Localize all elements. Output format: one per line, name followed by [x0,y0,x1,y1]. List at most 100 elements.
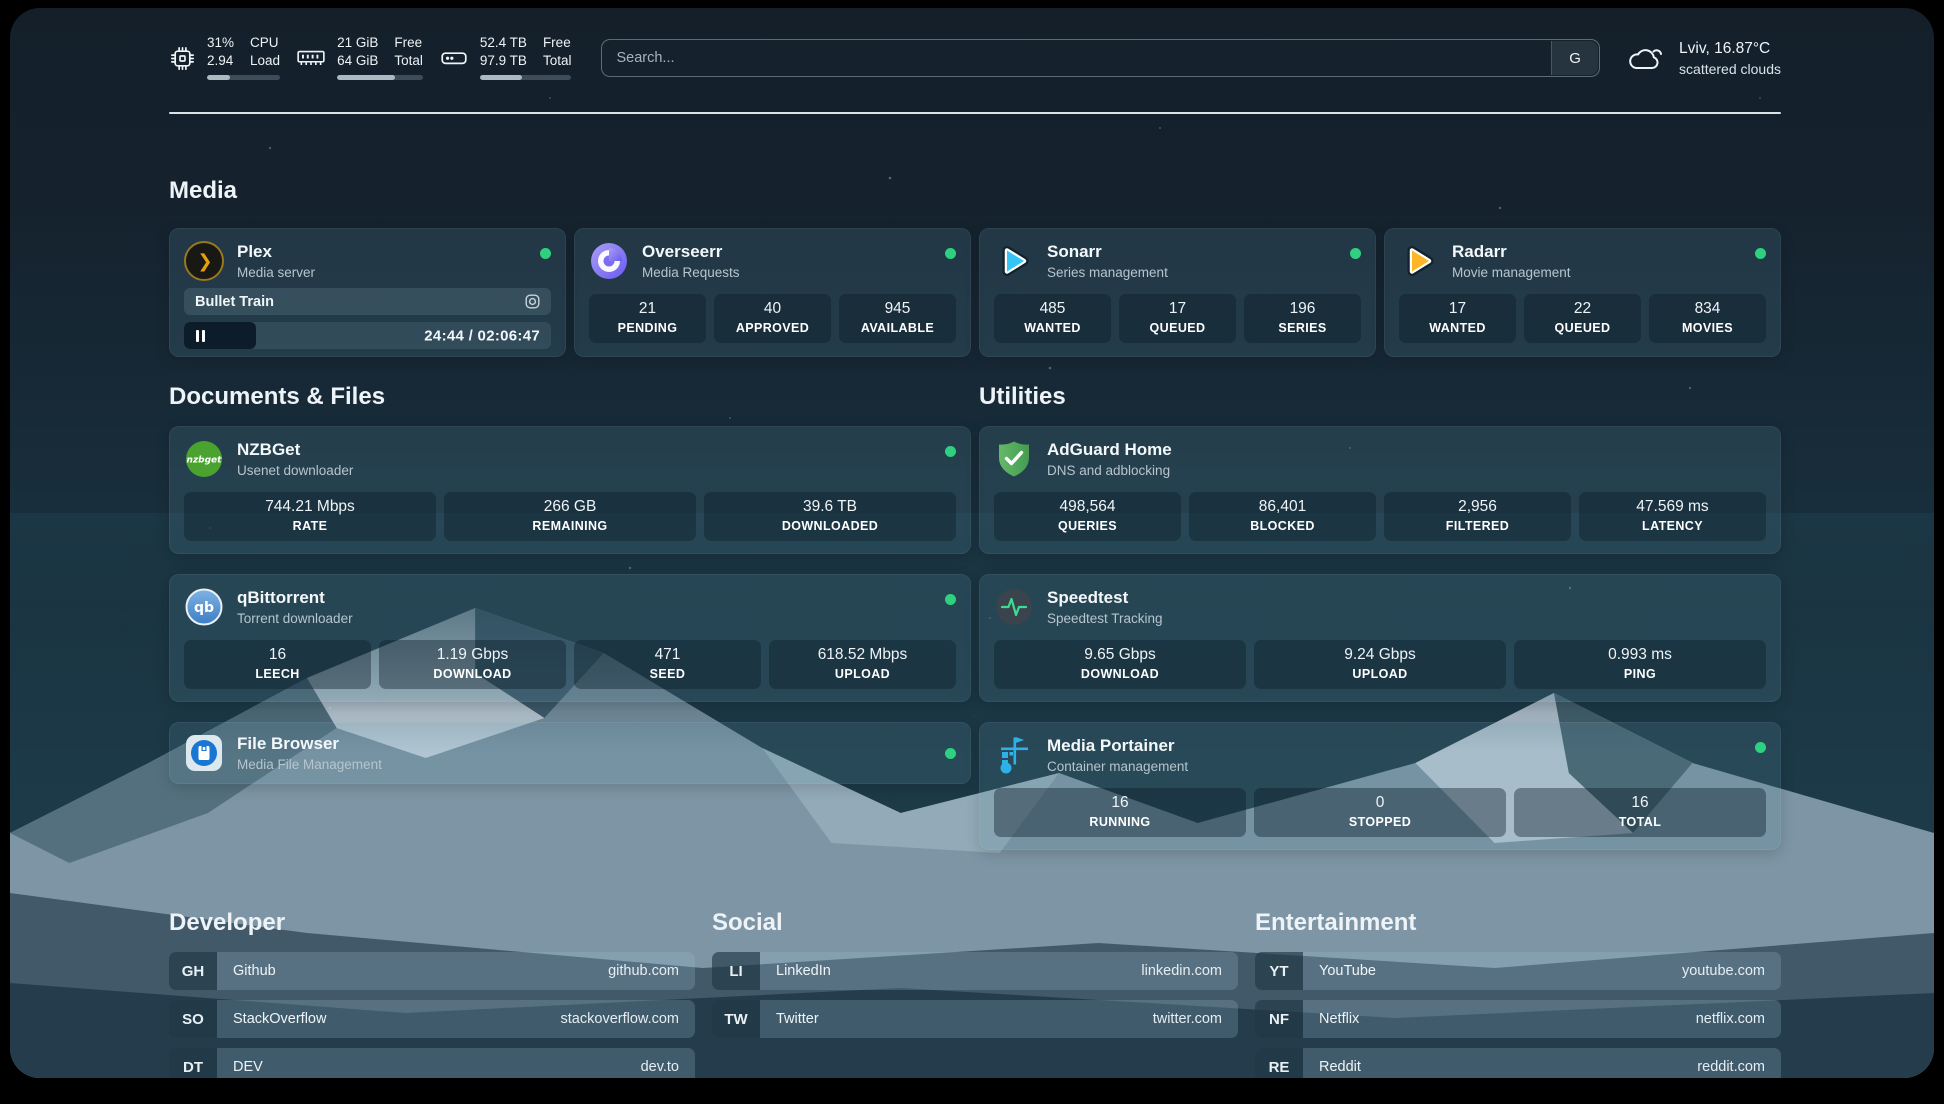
bookmarks-social: Social LI LinkedIn linkedin.com TW Twitt… [712,908,1238,1078]
bookmark-netflix[interactable]: NF Netflix netflix.com [1255,1000,1781,1038]
weather-summary: Lviv, 16.87°C [1679,40,1781,58]
qbittorrent-icon: qb [184,587,224,627]
search-input[interactable] [602,50,1599,66]
adguard-icon [994,439,1034,479]
bookmark-badge: DT [169,1048,217,1078]
metric-memory: 21 GiB 64 GiB Free Total [296,36,423,80]
section-title-media: Media [169,176,1781,206]
section-title-social: Social [712,908,1238,938]
stat-total: 16 TOTAL [1514,788,1766,837]
stat-queued: 22 QUEUED [1524,294,1641,343]
qbittorrent-card[interactable]: qb qBittorrent Torrent downloader 16 LEE… [169,574,971,702]
status-dot [1755,248,1766,259]
bookmark-dev[interactable]: DT DEV dev.to [169,1048,695,1078]
disk-progress-bar [480,75,572,80]
filebrowser-icon [184,733,224,773]
playback-elapsed [184,322,256,349]
utilities-column: AdGuard Home DNS and adblocking 498,564 … [979,426,1781,850]
stat-upload: 9.24 Gbps UPLOAD [1254,640,1506,689]
bookmarks-developer: Developer GH Github github.com SO StackO… [169,908,695,1078]
weather-condition: scattered clouds [1679,61,1781,77]
overseerr-card[interactable]: Overseerr Media Requests 21 PENDING 40 A… [574,228,971,357]
stat-running: 16 RUNNING [994,788,1246,837]
memory-progress-bar [337,75,423,80]
now-playing-row: Bullet Train [184,288,551,315]
playback-progress-bar: 24:44 / 02:06:47 [184,322,551,349]
radarr-card[interactable]: Radarr Movie management 17 WANTED 22 QUE… [1384,228,1781,357]
stat-stopped: 0 STOPPED [1254,788,1506,837]
speedtest-card[interactable]: Speedtest Speedtest Tracking 9.65 Gbps D… [979,574,1781,702]
stat-wanted: 17 WANTED [1399,294,1516,343]
stat-seed: 471 SEED [574,640,761,689]
stat-movies: 834 MOVIES [1649,294,1766,343]
bookmark-badge: LI [712,952,760,990]
svg-text:qb: qb [194,600,214,616]
plex-icon: ❯ [184,241,224,281]
stat-approved: 40 APPROVED [714,294,831,343]
status-dot [540,248,551,259]
bookmark-badge: GH [169,952,217,990]
stat-queries: 498,564 QUERIES [994,492,1181,541]
bookmark-twitter[interactable]: TW Twitter twitter.com [712,1000,1238,1038]
dashboard: 31% 2.94 CPU Load [10,8,1934,1078]
documents-column: nzbget NZBGet Usenet downloader 744.21 M… [169,426,971,784]
svg-text:nzbget: nzbget [187,456,223,466]
status-dot [1350,248,1361,259]
header: 31% 2.94 CPU Load [169,28,1781,88]
metric-disk: 52.4 TB 97.9 TB Free Total [439,36,572,80]
system-metrics: 31% 2.94 CPU Load [169,36,571,80]
disk-labels: Free Total [543,36,572,69]
status-dot [1755,742,1766,753]
stat-available: 945 AVAILABLE [839,294,956,343]
bookmark-reddit[interactable]: RE Reddit reddit.com [1255,1048,1781,1078]
bookmark-badge: TW [712,1000,760,1038]
header-divider [169,112,1781,114]
nzbget-icon: nzbget [184,439,224,479]
portainer-card[interactable]: Media Portainer Container management 16 … [979,722,1781,850]
stat-wanted: 485 WANTED [994,294,1111,343]
stat-rate: 744.21 Mbps RATE [184,492,436,541]
stat-queued: 17 QUEUED [1119,294,1236,343]
stat-series: 196 SERIES [1244,294,1361,343]
disk-values: 52.4 TB 97.9 TB [480,36,527,69]
adguard-card[interactable]: AdGuard Home DNS and adblocking 498,564 … [979,426,1781,554]
nzbget-card[interactable]: nzbget NZBGet Usenet downloader 744.21 M… [169,426,971,554]
search-engine-button[interactable]: G [1551,41,1598,75]
stat-remaining: 266 GB REMAINING [444,492,696,541]
stat-download: 1.19 Gbps DOWNLOAD [379,640,566,689]
disk-icon [439,45,469,71]
pause-icon [196,330,205,342]
stat-pending: 21 PENDING [589,294,706,343]
sonarr-icon [994,241,1034,281]
memory-labels: Free Total [394,36,423,69]
overseerr-icon [589,241,629,281]
bookmark-badge: YT [1255,952,1303,990]
stat-blocked: 86,401 BLOCKED [1189,492,1376,541]
bookmark-youtube[interactable]: YT YouTube youtube.com [1255,952,1781,990]
stat-leech: 16 LEECH [184,640,371,689]
stat-download: 9.65 Gbps DOWNLOAD [994,640,1246,689]
session-camera-icon [525,294,540,309]
plex-card[interactable]: ❯ Plex Media server Bullet Train [169,228,566,357]
status-dot [945,248,956,259]
radarr-icon [1399,241,1439,281]
bookmark-badge: SO [169,1000,217,1038]
speedtest-icon [994,587,1034,627]
cpu-progress-bar [207,75,280,80]
weather-widget: Lviv, 16.87°C scattered clouds [1626,40,1781,77]
section-title-developer: Developer [169,908,695,938]
sonarr-card[interactable]: Sonarr Series management 485 WANTED 17 Q… [979,228,1376,357]
cpu-values: 31% 2.94 [207,36,234,69]
filebrowser-card[interactable]: File Browser Media File Management [169,722,971,784]
stat-downloaded: 39.6 TB DOWNLOADED [704,492,956,541]
bookmark-github[interactable]: GH Github github.com [169,952,695,990]
search-bar: G [601,39,1600,77]
section-title-utilities: Utilities [979,382,1781,412]
media-grid: ❯ Plex Media server Bullet Train [169,228,1781,357]
memory-values: 21 GiB 64 GiB [337,36,378,69]
portainer-icon [994,735,1034,775]
bookmark-linkedin[interactable]: LI LinkedIn linkedin.com [712,952,1238,990]
metric-cpu: 31% 2.94 CPU Load [169,36,280,80]
bookmark-stackoverflow[interactable]: SO StackOverflow stackoverflow.com [169,1000,695,1038]
status-dot [945,748,956,759]
